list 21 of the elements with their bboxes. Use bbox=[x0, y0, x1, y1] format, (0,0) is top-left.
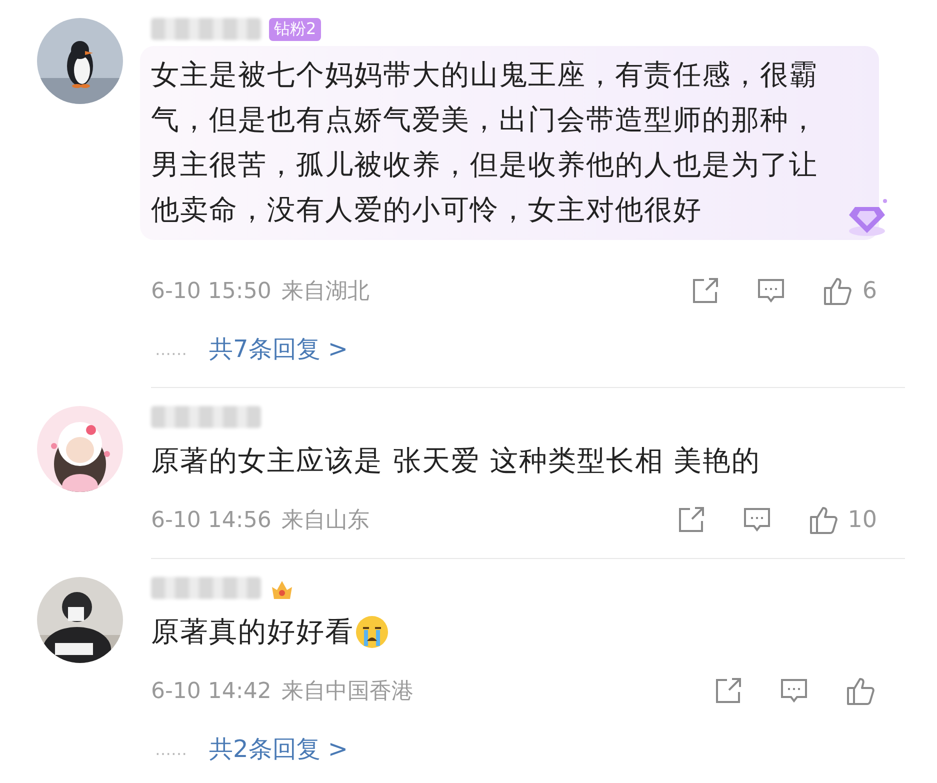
comment-text: 女主是被七个妈妈带大的山鬼王座，有责任感，很霸气，但是也有点娇气爱美，出门会带造型师的那种，男主很苦，孤儿被收养，但是收养他的人也是为了让他卖命，没有人爱的小可怜，女主对他很好 bbox=[151, 57, 819, 228]
share-icon[interactable] bbox=[713, 676, 743, 706]
like-count: 10 bbox=[848, 507, 877, 533]
ellipsis-dots: …… bbox=[155, 740, 187, 758]
share-icon[interactable] bbox=[690, 276, 720, 306]
like-count: 6 bbox=[862, 278, 877, 304]
ellipsis-dots: …… bbox=[155, 340, 187, 358]
thumbs-up-icon[interactable] bbox=[822, 275, 854, 307]
fan-level-badge: 钻粉2 bbox=[269, 18, 322, 40]
comment-location: 来自中国香港 bbox=[281, 678, 414, 706]
comment-time: 6-10 14:56 bbox=[151, 508, 272, 532]
comment-location: 来自山东 bbox=[281, 507, 370, 535]
comment-text: 原著真的好好看 bbox=[151, 614, 354, 650]
view-replies-link[interactable]: 共2条回复 > bbox=[209, 733, 348, 765]
thumbs-up-icon[interactable] bbox=[845, 675, 877, 707]
view-replies-link[interactable]: 共7条回复 > bbox=[209, 333, 348, 365]
comment-text: 原著的女主应该是 张天爱 这种类型长相 美艳的 bbox=[151, 443, 761, 479]
thumbs-up-icon[interactable] bbox=[808, 504, 840, 536]
comment-time: 6-10 15:50 bbox=[151, 278, 272, 304]
comment-location: 来自湖北 bbox=[281, 278, 370, 306]
comment-time: 6-10 14:42 bbox=[151, 678, 272, 704]
